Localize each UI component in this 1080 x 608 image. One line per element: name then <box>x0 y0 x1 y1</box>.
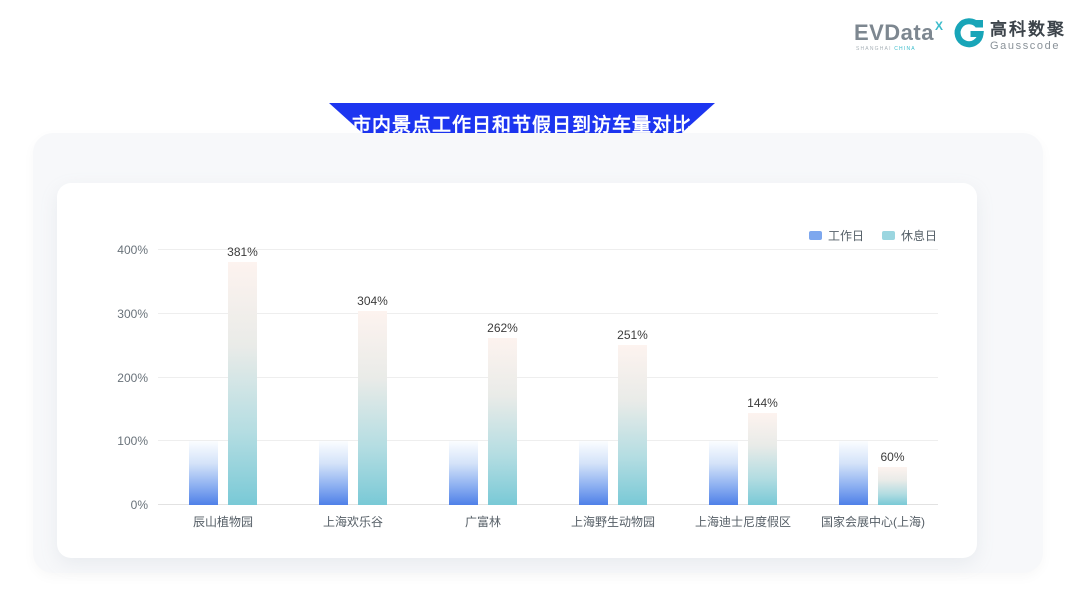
evdata-logo: EVData X SHANGHAI CHINA <box>854 22 943 52</box>
header-logos: EVData X SHANGHAI CHINA 高科数聚 Gausscode <box>854 18 1066 55</box>
bar-weekday <box>839 441 868 505</box>
bar-value-label: 144% <box>747 396 778 410</box>
x-axis-label: 辰山植物园 <box>158 513 288 530</box>
bar-group: 262% <box>418 250 548 505</box>
legend-item-weekday[interactable]: 工作日 <box>809 227 864 244</box>
gausscode-g-icon <box>953 18 985 55</box>
bar-value-label: 262% <box>487 321 518 335</box>
chart-legend: 工作日 休息日 <box>809 227 937 244</box>
bar-value-label: 381% <box>227 245 258 259</box>
y-axis-tick: 100% <box>96 434 148 448</box>
evdata-tagline-right: CHINA <box>894 46 916 52</box>
bar-group: 144% <box>678 250 808 505</box>
bar-group: 60% <box>808 250 938 505</box>
evdata-tagline-left: SHANGHAI <box>856 46 892 52</box>
bar-value-label: 251% <box>617 328 648 342</box>
evdata-tagline: SHANGHAI CHINA <box>856 47 916 52</box>
gausscode-logo: 高科数聚 Gausscode <box>953 18 1066 55</box>
bar-restday: 251% <box>618 345 647 505</box>
legend-label: 休息日 <box>901 227 937 244</box>
page: EVData X SHANGHAI CHINA 高科数聚 Gausscode 市… <box>0 0 1080 608</box>
bar-group: 304% <box>288 250 418 505</box>
legend-swatch-icon <box>882 231 895 240</box>
bar-weekday <box>579 441 608 505</box>
legend-swatch-icon <box>809 231 822 240</box>
x-axis-label: 国家会展中心(上海) <box>808 513 938 530</box>
bar-weekday <box>709 441 738 505</box>
bar-weekday <box>189 441 218 505</box>
bar-group: 251% <box>548 250 678 505</box>
bar-restday: 262% <box>488 338 517 505</box>
plot-area: 0%100%200%300%400%381%304%262%251%144%60… <box>158 250 938 505</box>
evdata-x-icon: X <box>935 20 943 32</box>
x-axis-label: 上海迪士尼度假区 <box>678 513 808 530</box>
x-axis-label: 上海欢乐谷 <box>288 513 418 530</box>
x-axis-label: 广富林 <box>418 513 548 530</box>
chart-panel: 工作日 休息日 0% 100% 200% 300% 400% 381% 304% 262% 251… <box>33 133 1043 573</box>
y-axis-tick: 300% <box>96 307 148 321</box>
bar-weekday <box>319 441 348 505</box>
x-axis-label: 上海野生动物园 <box>548 513 678 530</box>
gausscode-en-text: Gausscode <box>990 40 1066 53</box>
bar-weekday <box>449 441 478 505</box>
bar-groups: 381% 304% 262% 251% 144% 60% <box>158 250 938 505</box>
legend-item-restday[interactable]: 休息日 <box>882 227 937 244</box>
y-axis-tick: 200% <box>96 371 148 385</box>
y-axis-tick: 0% <box>96 498 148 512</box>
gausscode-cn-text: 高科数聚 <box>990 20 1066 40</box>
bar-restday: 144% <box>748 413 777 505</box>
evdata-logo-text: EVData <box>854 22 934 44</box>
bar-value-label: 304% <box>357 294 388 308</box>
bar-restday: 304% <box>358 311 387 505</box>
y-axis-tick: 400% <box>96 243 148 257</box>
x-axis-labels: 辰山植物园上海欢乐谷广富林上海野生动物园上海迪士尼度假区国家会展中心(上海) <box>158 513 938 530</box>
chart-card: 工作日 休息日 0% 100% 200% 300% 400% 381% 304% 262% 251… <box>57 183 977 558</box>
bar-restday: 381% <box>228 262 257 505</box>
bar-value-label: 60% <box>880 450 904 464</box>
bar-group: 381% <box>158 250 288 505</box>
legend-label: 工作日 <box>828 227 864 244</box>
bar-restday: 60% <box>878 467 907 505</box>
